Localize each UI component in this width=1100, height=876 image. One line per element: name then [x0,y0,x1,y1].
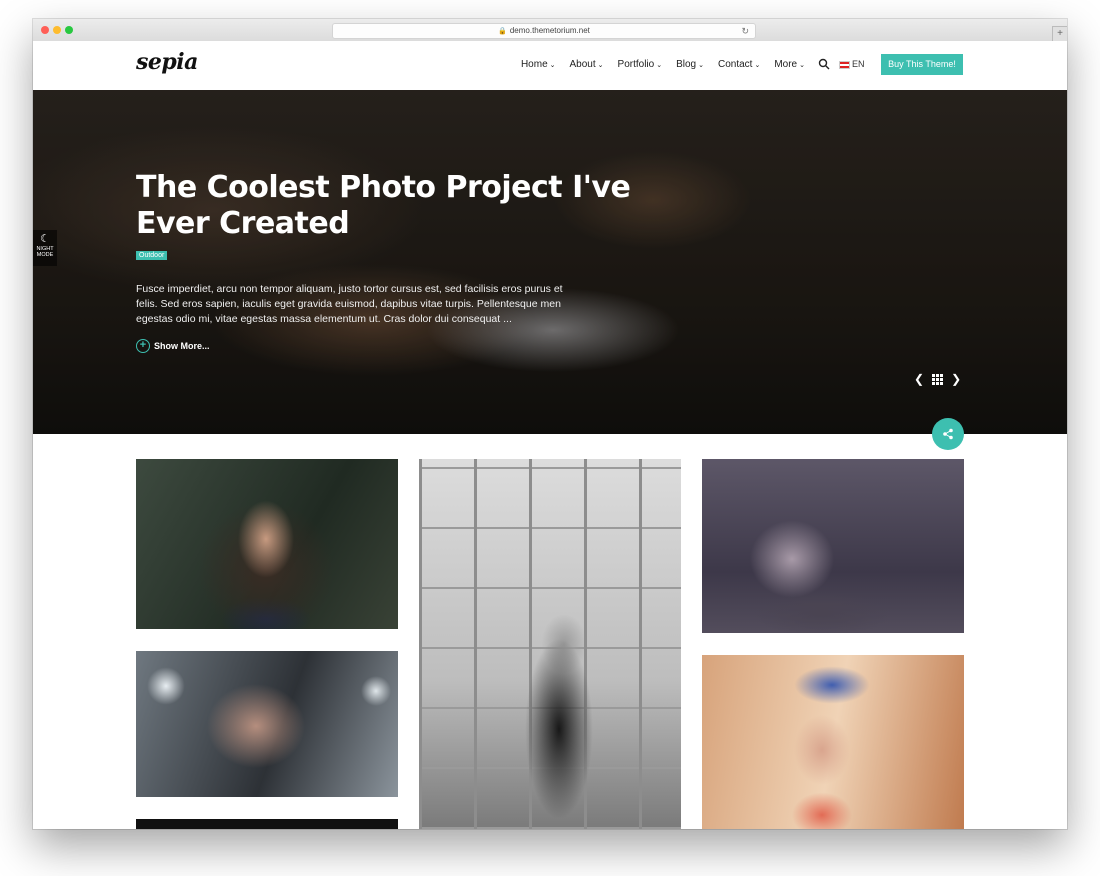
nav-item-about[interactable]: About ⌄ [570,59,604,70]
address-bar[interactable]: 🔒 demo.themetorium.net ↻ [332,23,756,39]
gallery-photo[interactable] [136,651,398,797]
url-text: demo.themetorium.net [509,26,590,35]
search-icon[interactable] [818,58,830,70]
hero-excerpt: Fusce imperdiet, arcu non tempor aliquam… [136,283,563,325]
nav-label: Portfolio [617,59,655,70]
gallery-photo[interactable] [702,655,964,829]
chevron-down-icon: ⌄ [597,62,604,69]
close-window-button[interactable] [41,26,49,34]
chevron-down-icon: ⌄ [549,62,556,69]
chevron-down-icon: ⌄ [698,62,704,69]
gallery-photo[interactable] [136,819,398,829]
night-mode-toggle[interactable]: ☾ NIGHT MODE [33,230,57,266]
hero-image [33,90,1067,434]
buy-theme-button[interactable]: Buy This Theme! [881,54,963,75]
gallery-photo[interactable] [702,459,964,633]
hero-slider: The Coolest Photo Project I've Ever Crea… [33,90,1067,434]
share-button[interactable] [932,418,964,450]
share-icon [943,428,953,440]
moon-icon: ☾ [40,233,50,245]
show-more-label: Show More... [154,341,210,351]
night-mode-label-2: MODE [36,252,54,258]
language-label: EN [852,59,865,69]
chevron-down-icon: ⌄ [656,62,663,69]
browser-window: 🔒 demo.themetorium.net ↻ + sepia Home ⌄ Ab… [33,19,1067,829]
browser-toolbar: 🔒 demo.themetorium.net ↻ + [33,19,1067,42]
plus-circle-icon: + [136,339,150,353]
nav-item-more[interactable]: More ⌄ [774,59,805,70]
main-nav: Home ⌄ About ⌄ Portfolio ⌄ Blog ⌄ Contact ⌄ M… [507,59,805,70]
nav-label: Home [520,59,548,70]
nav-item-contact[interactable]: Contact ⌄ [718,59,760,70]
category-badge[interactable]: Outdoor [136,251,168,260]
reload-icon[interactable]: ↻ [741,24,749,38]
lock-icon: 🔒 [498,28,507,35]
nav-label: Contact [717,59,753,70]
maximize-window-button[interactable] [65,26,73,34]
chevron-down-icon: ⌄ [754,62,761,69]
slider-controls: ❮ ❯ [914,372,961,386]
site-header: sepia Home ⌄ About ⌄ Portfolio ⌄ Blog ⌄ Cont… [33,41,1067,89]
show-more-link[interactable]: + Show More... [136,339,210,353]
chevron-down-icon: ⌄ [799,62,805,69]
gallery-photo[interactable] [136,459,398,629]
nav-item-portfolio[interactable]: Portfolio ⌄ [618,59,663,70]
site-logo[interactable]: sepia [136,49,198,75]
hero-title[interactable]: The Coolest Photo Project I've Ever Crea… [136,170,636,242]
nav-label: About [569,59,596,70]
nav-item-home[interactable]: Home ⌄ [521,59,556,70]
gallery-photo[interactable] [419,459,681,829]
flag-icon [839,60,850,69]
chevron-left-icon[interactable]: ❮ [914,372,924,386]
minimize-window-button[interactable] [53,26,61,34]
nav-item-blog[interactable]: Blog ⌄ [676,59,704,70]
language-switcher[interactable]: EN [839,59,865,69]
nav-label: More [774,59,798,70]
new-tab-button[interactable]: + [1052,26,1067,42]
grid-icon[interactable] [932,373,944,385]
chevron-right-icon[interactable]: ❯ [951,372,961,386]
nav-label: Blog [676,59,697,70]
